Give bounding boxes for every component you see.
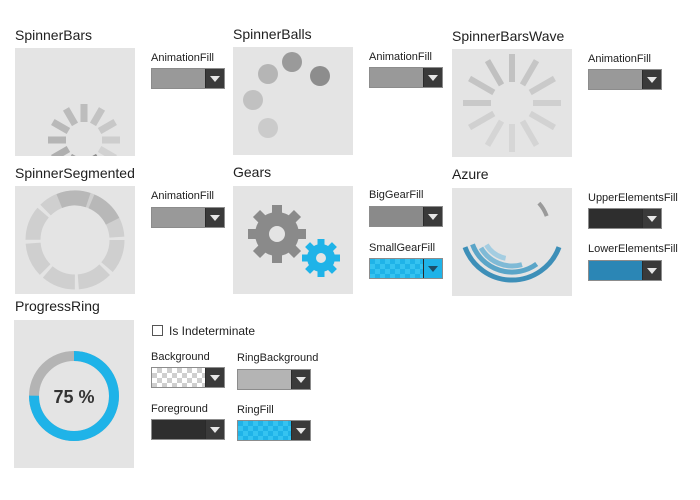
big-gear-fill-picker[interactable]: [369, 206, 443, 227]
color-swatch: [370, 68, 424, 87]
gears-panel: [233, 186, 353, 294]
chevron-down-icon: [647, 77, 657, 83]
dropdown-button[interactable]: [205, 420, 224, 439]
small-gear-fill-label: SmallGearFill: [369, 242, 436, 254]
spinner-bars-wave-title: SpinnerBarsWave: [452, 28, 565, 44]
dropdown-button[interactable]: [423, 68, 442, 87]
dropdown-button[interactable]: [291, 421, 310, 440]
dropdown-button[interactable]: [423, 259, 442, 278]
dropdown-button[interactable]: [642, 261, 661, 280]
color-swatch: [238, 421, 292, 440]
color-swatch: [589, 70, 643, 89]
spinner-segmented-graphic: [25, 190, 125, 290]
dropdown-button[interactable]: [642, 70, 661, 89]
dropdown-button[interactable]: [291, 370, 310, 389]
foreground-picker[interactable]: [151, 419, 225, 440]
background-picker[interactable]: [151, 367, 225, 388]
color-swatch: [370, 259, 424, 278]
dropdown-button[interactable]: [642, 209, 661, 228]
spinner-bars-panel: [15, 48, 135, 176]
background-label: Background: [151, 351, 210, 363]
color-swatch: [152, 69, 206, 88]
lower-elements-fill-label: LowerElementsFill: [588, 243, 678, 255]
color-swatch: [152, 420, 206, 439]
gears-title: Gears: [233, 164, 272, 180]
progress-ring-panel: 75 %: [14, 320, 134, 468]
dropdown-button[interactable]: [205, 69, 224, 88]
color-swatch: [370, 207, 424, 226]
spinner-balls-title: SpinnerBalls: [233, 26, 312, 42]
spinner-balls-panel: [233, 47, 353, 155]
chevron-down-icon: [210, 76, 220, 82]
upper-elements-fill-picker[interactable]: [588, 208, 662, 229]
ring-background-label: RingBackground: [237, 352, 319, 364]
big-gear-icon: [248, 205, 306, 263]
ring-fill-picker[interactable]: [237, 420, 311, 441]
dropdown-button[interactable]: [205, 368, 224, 387]
progress-ring-title: ProgressRing: [15, 298, 100, 314]
spinner-segmented-panel: [15, 186, 135, 294]
spinner-balls-graphic: [243, 52, 330, 138]
azure-title: Azure: [452, 166, 489, 182]
color-swatch: [238, 370, 292, 389]
lower-elements-fill-picker[interactable]: [588, 260, 662, 281]
color-swatch: [589, 261, 643, 280]
progress-ring-graphic: 75 %: [29, 351, 119, 441]
small-gear-icon: [302, 239, 340, 277]
gears-graphic: [248, 205, 340, 277]
spinner-segmented-fill-label: AnimationFill: [151, 190, 214, 202]
spinner-bars-wave-fill-label: AnimationFill: [588, 53, 651, 65]
upper-elements-fill-label: UpperElementsFill: [588, 192, 678, 204]
chevron-down-icon: [210, 215, 220, 221]
ring-fill-label: RingFill: [237, 404, 274, 416]
azure-graphic: [462, 201, 562, 283]
color-swatch: [152, 208, 206, 227]
spinner-balls-fill-picker[interactable]: [369, 67, 443, 88]
spinner-segmented-title: SpinnerSegmented: [15, 165, 135, 181]
spinner-bars-graphic: [48, 104, 120, 176]
chevron-down-icon: [428, 214, 438, 220]
spinner-bars-fill-label: AnimationFill: [151, 52, 214, 64]
chevron-down-icon: [296, 428, 306, 434]
chevron-down-icon: [210, 427, 220, 433]
spinner-bars-wave-fill-picker[interactable]: [588, 69, 662, 90]
spinner-bars-wave-graphic: [463, 54, 561, 152]
ring-background-picker[interactable]: [237, 369, 311, 390]
chevron-down-icon: [428, 75, 438, 81]
spinner-balls-fill-label: AnimationFill: [369, 51, 432, 63]
foreground-label: Foreground: [151, 403, 208, 415]
is-indeterminate-checkbox[interactable]: [152, 325, 163, 336]
chevron-down-icon: [296, 377, 306, 383]
color-swatch: [152, 368, 206, 387]
chevron-down-icon: [647, 268, 657, 274]
progress-value-text: 75 %: [53, 387, 94, 407]
spinner-segmented-fill-picker[interactable]: [151, 207, 225, 228]
spinner-bars-wave-panel: [452, 49, 572, 157]
chevron-down-icon: [647, 216, 657, 222]
chevron-down-icon: [428, 266, 438, 272]
spinner-bars-title: SpinnerBars: [15, 27, 93, 43]
color-swatch: [589, 209, 643, 228]
dropdown-button[interactable]: [423, 207, 442, 226]
azure-panel: [452, 188, 572, 296]
dropdown-button[interactable]: [205, 208, 224, 227]
is-indeterminate-label: Is Indeterminate: [169, 324, 256, 338]
chevron-down-icon: [210, 375, 220, 381]
big-gear-fill-label: BigGearFill: [369, 189, 424, 201]
small-gear-fill-picker[interactable]: [369, 258, 443, 279]
spinner-bars-fill-picker[interactable]: [151, 68, 225, 89]
